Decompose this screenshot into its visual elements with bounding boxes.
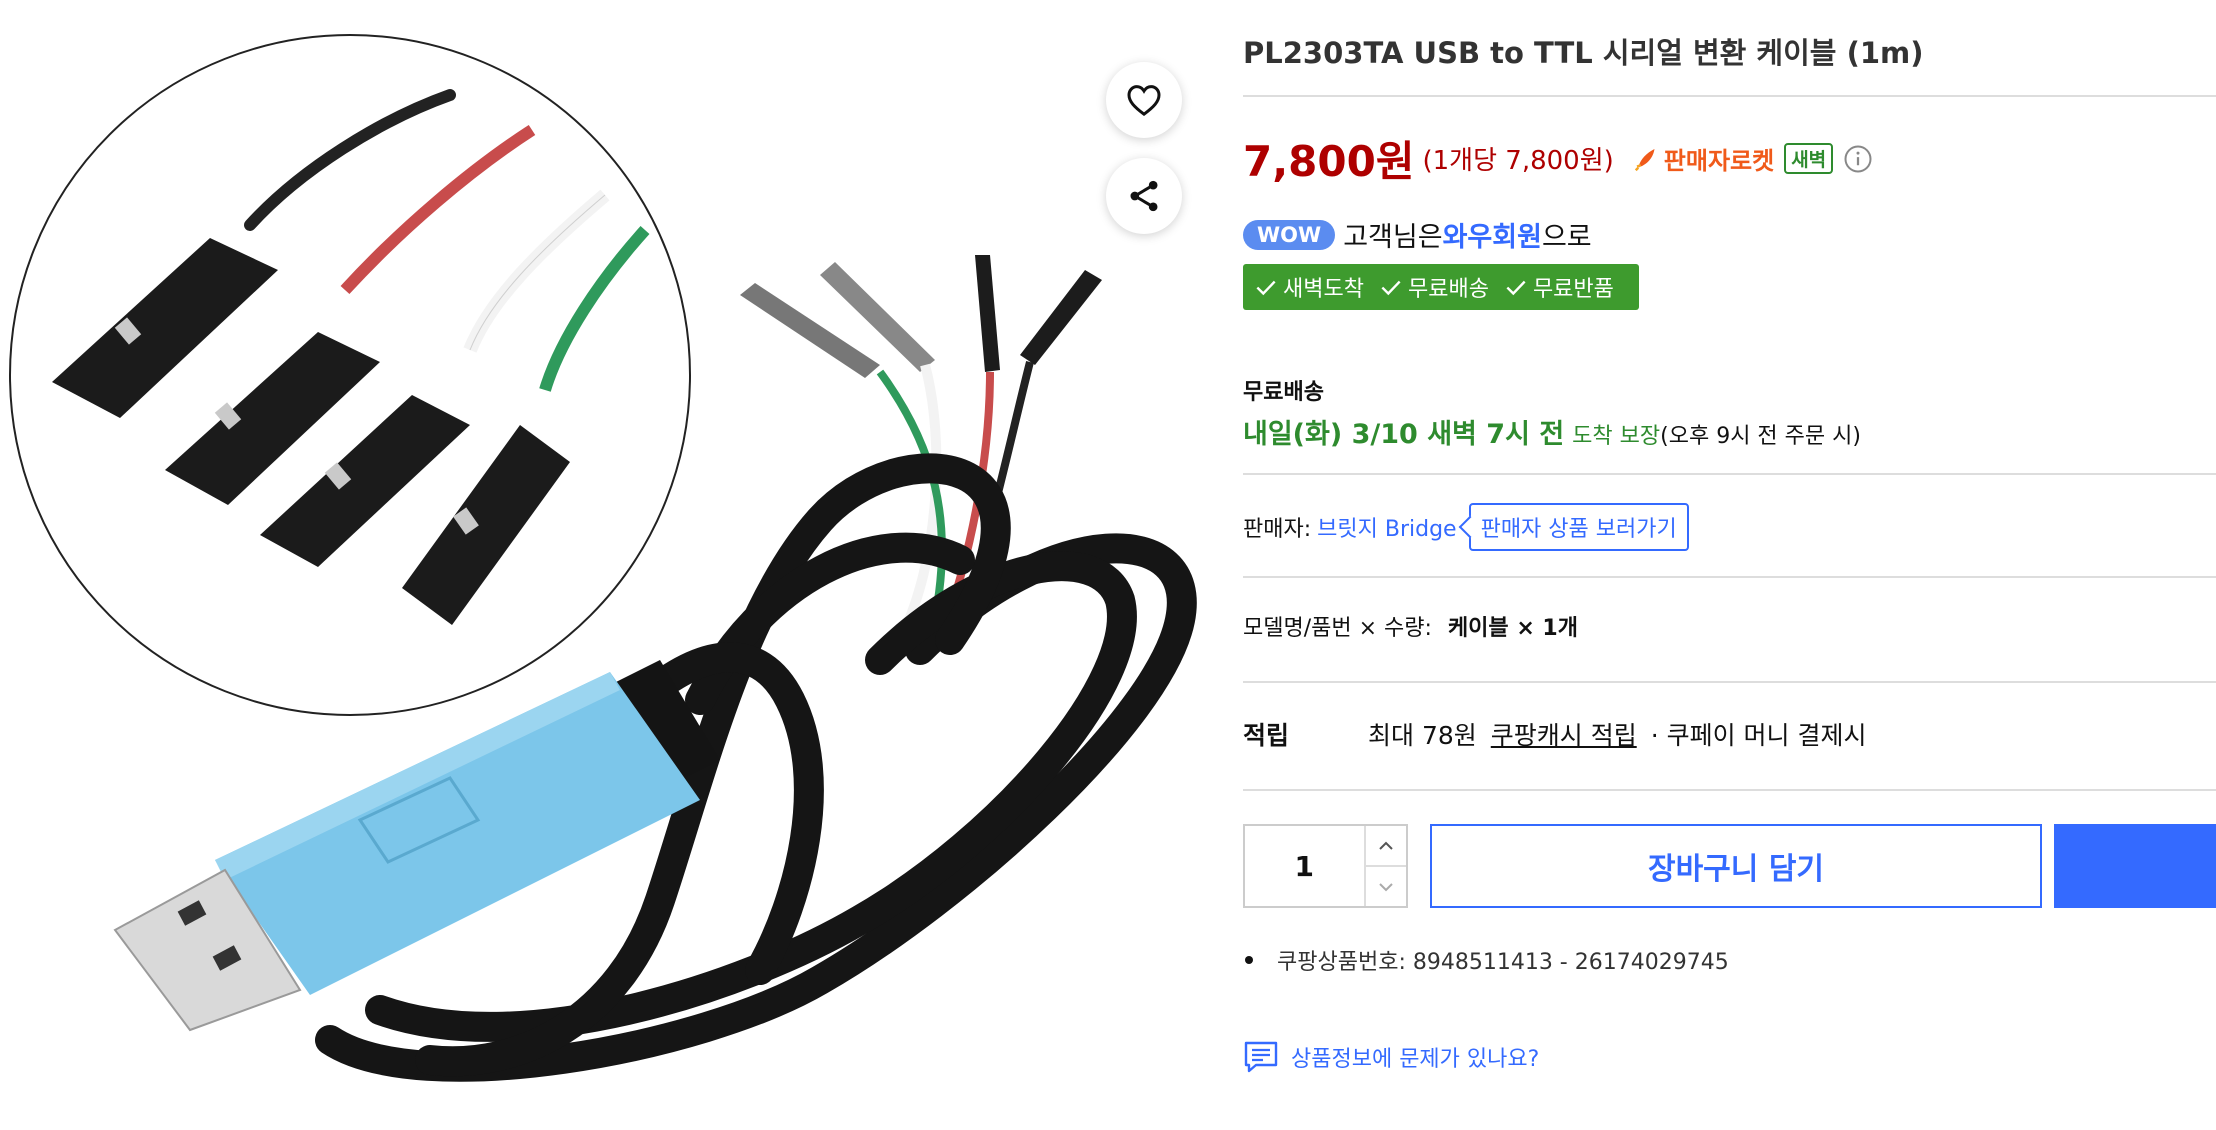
report-problem-link[interactable]: 상품정보에 문제가 있나요? <box>1243 1040 1539 1074</box>
quantity-decrease-button[interactable] <box>1365 865 1406 906</box>
quantity-input[interactable]: 1 <box>1245 826 1364 906</box>
share-button[interactable] <box>1106 158 1182 234</box>
rocket-icon <box>1634 148 1655 171</box>
seller-rocket-badge: 판매자로켓 <box>1632 141 1774 176</box>
info-icon[interactable] <box>1843 144 1873 174</box>
benefit-badges: 새벽도착 무료배송 무료반품 <box>1243 264 1639 310</box>
chevron-up-icon <box>1379 841 1393 850</box>
bullet <box>1245 956 1253 964</box>
report-icon <box>1244 1041 1278 1073</box>
quantity-stepper-buttons <box>1363 826 1406 906</box>
wow-badge: WOW <box>1243 219 1336 250</box>
order-cutoff: (오후 9시 전 주문 시) <box>1660 424 1861 449</box>
sale-price: 7,800원 <box>1243 137 1415 186</box>
quantity-stepper[interactable]: 1 <box>1243 824 1408 908</box>
share-icon <box>1130 180 1158 212</box>
benefit-label: 무료반품 <box>1532 277 1614 302</box>
quantity-increase-button[interactable] <box>1366 826 1406 865</box>
connector-zoom-circle <box>9 34 691 716</box>
benefit-dawn-arrival: 새벽도착 <box>1253 271 1364 303</box>
product-number: 쿠팡상품번호: 8948511413 - 26174029745 <box>1277 950 1729 975</box>
delivery-estimate: 내일(화) 3/10 새벽 7시 전 도착 보장 (오후 9시 전 주문 시) <box>1243 412 1861 451</box>
report-label: 상품정보에 문제가 있나요? <box>1291 1047 1540 1072</box>
shipping-label: 무료배송 <box>1243 380 1324 405</box>
option-divider <box>1243 681 2216 683</box>
seller-products-button[interactable]: 판매자 상품 보러가기 <box>1468 503 1689 551</box>
product-title: PL2303TA USB to TTL 시리얼 변환 케이블 (1m) <box>1243 36 1924 70</box>
wow-member-link[interactable]: 와우회원 <box>1443 215 1542 254</box>
delivery-date: 내일(화) 3/10 새벽 7시 전 <box>1243 419 1565 450</box>
check-icon <box>1256 280 1276 296</box>
heart-icon <box>1127 85 1161 117</box>
dawn-delivery-badge: 새벽 <box>1784 143 1834 174</box>
benefit-free-return: 무료반품 <box>1503 271 1614 303</box>
wishlist-button[interactable] <box>1106 62 1182 138</box>
benefit-label: 새벽도착 <box>1283 277 1364 302</box>
reward-amount: 최대 78원 <box>1368 721 1477 750</box>
seller-name-link[interactable]: 브릿지 Bridge <box>1317 511 1456 543</box>
benefit-free-shipping: 무료배송 <box>1378 271 1489 303</box>
rocket-label: 판매자로켓 <box>1663 147 1775 175</box>
seller-label: 판매자: <box>1243 517 1312 542</box>
title-divider <box>1243 95 2216 97</box>
seller-divider <box>1243 576 2216 578</box>
reward-row: 적립 최대 78원 쿠팡캐시 적립 · 쿠페이 머니 결제시 <box>1243 716 1867 752</box>
product-image <box>9 34 1197 1082</box>
reward-label: 적립 <box>1243 721 1290 750</box>
option-row: 모델명/품번 × 수량: 케이블 × 1개 <box>1243 610 1578 642</box>
reward-divider <box>1243 789 2216 791</box>
benefit-label: 무료배송 <box>1407 277 1489 302</box>
chevron-down-icon <box>1379 882 1393 891</box>
coupang-cash-link[interactable]: 쿠팡캐시 적립 <box>1491 716 1637 752</box>
seller-row: 판매자: 브릿지 Bridge 판매자 상품 보러가기 <box>1243 503 1689 551</box>
add-to-cart-button[interactable]: 장바구니 담기 <box>1430 824 2042 908</box>
option-value: 케이블 × 1개 <box>1447 616 1578 641</box>
product-info: PL2303TA USB to TTL 시리얼 변환 케이블 (1m) 7,80… <box>1243 0 2216 1130</box>
unit-price: (1개당 7,800원) <box>1422 146 1614 176</box>
product-number-item: 쿠팡상품번호: 8948511413 - 26174029745 <box>1243 944 1729 976</box>
wow-membership-row: WOW 고객님은 와우회원 으로 <box>1243 215 1592 254</box>
option-label: 모델명/품번 × 수량: <box>1243 616 1432 641</box>
shipping-divider <box>1243 473 2216 475</box>
buy-now-button[interactable] <box>2054 824 2216 908</box>
delivery-guarantee: 도착 보장 <box>1572 424 1661 449</box>
reward-note: · 쿠페이 머니 결제시 <box>1650 721 1867 750</box>
membership-text-suffix: 으로 <box>1541 222 1592 253</box>
check-icon <box>1381 280 1401 296</box>
price-row: 7,800원 (1개당 7,800원) 판매자로켓 새벽 <box>1243 128 1873 189</box>
check-icon <box>1506 280 1526 296</box>
membership-text-prefix: 고객님은 <box>1343 222 1443 253</box>
